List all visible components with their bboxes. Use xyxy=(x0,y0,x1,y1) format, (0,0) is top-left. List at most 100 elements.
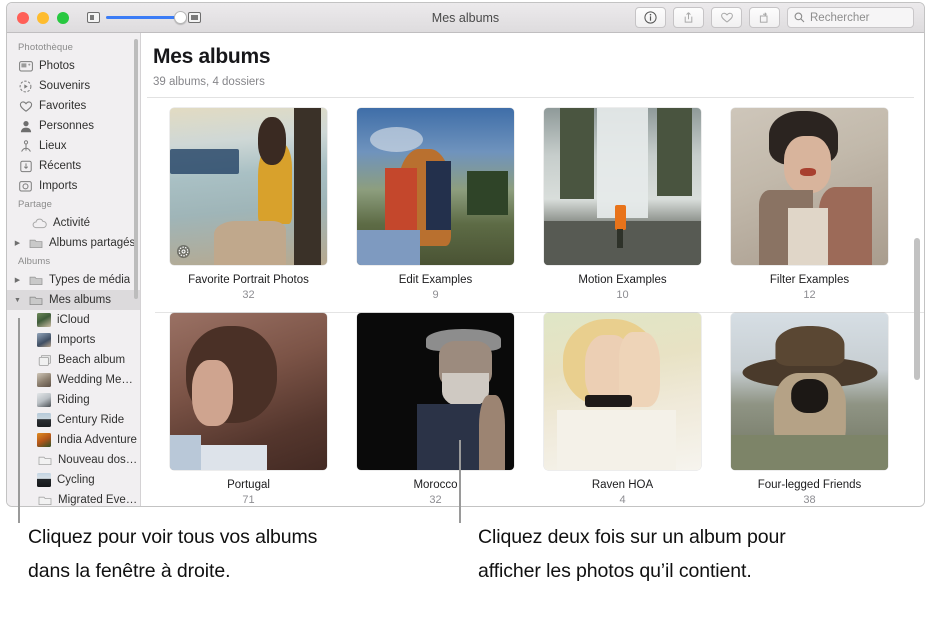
rotate-icon xyxy=(759,12,768,23)
sidebar-group-title-photolibrary: Photothèque xyxy=(18,42,73,53)
heart-icon xyxy=(18,99,33,114)
sidebar-item-photos[interactable]: Photos xyxy=(7,56,140,76)
zoom-slider-track[interactable] xyxy=(106,10,187,24)
album-cell[interactable]: Filter Examples 12 xyxy=(716,108,903,301)
album-name: Motion Examples xyxy=(578,274,667,286)
favorite-button[interactable] xyxy=(711,7,742,28)
sidebar-group-title-sharing: Partage xyxy=(18,199,52,210)
sidebar-item-imports[interactable]: Imports xyxy=(7,176,140,196)
sidebar-item-cycling[interactable]: Cycling xyxy=(7,470,140,490)
album-cell[interactable]: Edit Examples 9 xyxy=(342,108,529,301)
album-cell[interactable]: Motion Examples 10 xyxy=(529,108,716,301)
sidebar-item-imports-album[interactable]: Imports xyxy=(7,330,140,350)
album-thumbnail[interactable] xyxy=(357,313,514,470)
disclosure-triangle-expanded[interactable]: ▼ xyxy=(13,297,22,304)
album-thumbnail[interactable] xyxy=(731,108,888,265)
page-subtitle: 39 albums, 4 dossiers xyxy=(153,76,265,88)
sidebar-item-label: Personnes xyxy=(39,120,94,132)
close-button[interactable] xyxy=(17,11,29,24)
sidebar-item-riding[interactable]: Riding xyxy=(7,390,140,410)
sidebar-item-beach-album[interactable]: Beach album xyxy=(7,350,140,370)
screenshot-root: Mes albums Rechercher Photothèque Photos… xyxy=(0,0,931,636)
album-name: Edit Examples xyxy=(398,274,473,286)
folder-icon xyxy=(28,273,43,288)
sidebar[interactable]: Photothèque Photos Souvenirs Favorites P… xyxy=(7,33,141,507)
sidebar-item-label: Activité xyxy=(53,217,91,229)
album-caption: Four-legged Friends 38 xyxy=(716,479,903,506)
sidebar-item-souvenirs[interactable]: Souvenirs xyxy=(7,76,140,96)
album-thumbnail-icon xyxy=(37,393,51,407)
minimize-button[interactable] xyxy=(37,11,49,24)
album-count: 38 xyxy=(803,494,816,506)
album-cell[interactable]: Favorite Portrait Photos 32 xyxy=(155,108,342,301)
thumbnail-zoom-slider[interactable] xyxy=(87,10,201,24)
sidebar-scrollbar[interactable] xyxy=(134,39,138,299)
search-input[interactable]: Rechercher xyxy=(787,7,914,28)
rotate-button[interactable] xyxy=(749,7,780,28)
sidebar-item-migrated-events[interactable]: Migrated Events xyxy=(7,490,140,507)
sidebar-item-century-ride[interactable]: Century Ride xyxy=(7,410,140,430)
sidebar-item-label: Mes albums xyxy=(49,294,111,306)
album-cell[interactable]: Four-legged Friends 38 xyxy=(716,313,903,506)
album-thumbnail[interactable] xyxy=(731,313,888,470)
album-thumbnail[interactable] xyxy=(544,313,701,470)
album-thumbnail-icon xyxy=(37,433,51,447)
album-thumbnail[interactable] xyxy=(544,108,701,265)
sidebar-item-albums-partages[interactable]: ▶ Albums partagés xyxy=(7,233,140,253)
sidebar-item-india-adventure[interactable]: India Adventure xyxy=(7,430,140,450)
callout-text-left: Cliquez pour voir tous vos albums dans l… xyxy=(28,526,318,582)
folder-icon xyxy=(37,453,52,468)
sidebar-item-label: Imports xyxy=(57,334,96,346)
album-cell[interactable]: Raven HOA 4 xyxy=(529,313,716,506)
zoom-slider-knob[interactable] xyxy=(174,10,187,24)
info-button[interactable] xyxy=(635,7,666,28)
sidebar-item-label: Albums partagés xyxy=(49,237,136,249)
sidebar-item-lieux[interactable]: Lieux xyxy=(7,136,140,156)
album-name: Portugal xyxy=(227,479,270,491)
sidebar-item-personnes[interactable]: Personnes xyxy=(7,116,140,136)
photos-icon xyxy=(18,59,33,74)
album-thumbnail[interactable] xyxy=(170,313,327,470)
album-caption: Morocco 32 xyxy=(342,479,529,506)
sidebar-item-activite[interactable]: Activité xyxy=(7,213,140,233)
places-pin-icon xyxy=(18,139,33,154)
sidebar-item-types-de-media[interactable]: ▶ Types de média xyxy=(7,270,140,290)
sidebar-item-favorites[interactable]: Favorites xyxy=(7,96,140,116)
sidebar-item-label: Nouveau dossier xyxy=(58,454,140,466)
toolbar-right-group: Rechercher xyxy=(635,7,914,28)
album-count: 32 xyxy=(429,494,442,506)
sidebar-item-label: Favorites xyxy=(39,100,87,112)
sidebar-item-mes-albums[interactable]: ▼ Mes albums xyxy=(7,290,140,310)
album-cell[interactable]: Portugal 71 xyxy=(155,313,342,506)
heart-icon xyxy=(720,12,733,23)
album-thumbnail-icon xyxy=(37,413,51,427)
callout-text-right: Cliquez deux fois sur un album pour affi… xyxy=(478,526,786,582)
disclosure-triangle-collapsed[interactable]: ▶ xyxy=(13,277,22,284)
window-body: Photothèque Photos Souvenirs Favorites P… xyxy=(7,33,924,507)
sidebar-item-wedding-memories[interactable]: Wedding Mem… xyxy=(7,370,140,390)
albums-grid: Favorite Portrait Photos 32 Edit Example… xyxy=(141,98,924,506)
sidebar-item-label: India Adventure xyxy=(57,434,137,446)
folder-icon xyxy=(28,293,43,308)
content-scrollbar[interactable] xyxy=(914,238,920,380)
zoom-button[interactable] xyxy=(57,11,69,24)
album-caption: Portugal 71 xyxy=(155,479,342,506)
album-cell[interactable]: Morocco 32 xyxy=(342,313,529,506)
gear-icon xyxy=(176,244,191,259)
page-header: Mes albums 39 albums, 4 dossiers xyxy=(141,33,924,88)
album-name: Favorite Portrait Photos xyxy=(188,274,309,286)
sidebar-item-recents[interactable]: Récents xyxy=(7,156,140,176)
disclosure-triangle-collapsed[interactable]: ▶ xyxy=(13,240,22,247)
sidebar-item-icloud[interactable]: iCloud xyxy=(7,310,140,330)
sidebar-item-label: Beach album xyxy=(58,354,126,366)
album-thumbnail[interactable] xyxy=(170,108,327,265)
folder-icon xyxy=(37,493,52,507)
sidebar-item-label: Types de média xyxy=(49,274,131,286)
sidebar-item-label: Century Ride xyxy=(57,414,125,426)
album-thumbnail-icon xyxy=(37,473,51,487)
sidebar-item-label: Imports xyxy=(39,180,78,192)
sidebar-item-nouveau-dossier[interactable]: Nouveau dossier xyxy=(7,450,140,470)
callout-leader-line-left xyxy=(18,318,20,523)
album-thumbnail[interactable] xyxy=(357,108,514,265)
share-button[interactable] xyxy=(673,7,704,28)
